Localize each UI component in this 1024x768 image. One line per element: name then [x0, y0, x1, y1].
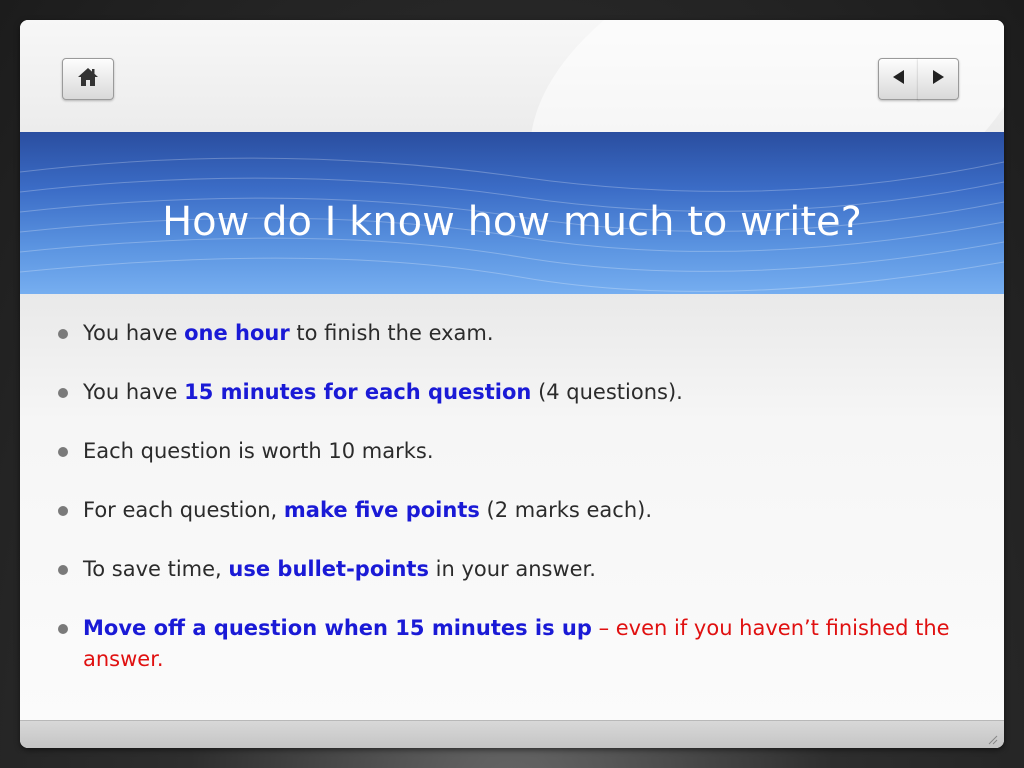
bullet-emphasis: make five points [283, 498, 480, 522]
previous-slide-button[interactable] [878, 58, 919, 100]
bullet-item: Move off a question when 15 minutes is u… [58, 613, 958, 675]
bullet-text: Each question is worth 10 marks. [83, 439, 434, 463]
next-slide-button[interactable] [918, 58, 959, 100]
bullet-text: For each question, [83, 498, 284, 522]
slide-title: How do I know how much to write? [162, 199, 862, 245]
bullet-emphasis: one hour [184, 321, 290, 345]
bullet-emphasis: Move off a question when 15 minutes is u… [83, 616, 592, 640]
bullet-item: Each question is worth 10 marks. [58, 436, 958, 467]
title-band: How do I know how much to write? [20, 132, 1004, 294]
bullet-item: To save time, use bullet-points in your … [58, 554, 958, 585]
home-icon [76, 66, 100, 93]
resize-grip-icon[interactable] [986, 733, 998, 745]
bullet-text: (2 marks each). [479, 498, 653, 522]
slide-content: You have one hour to finish the exam. Yo… [20, 294, 1004, 720]
bullet-item: You have one hour to finish the exam. [58, 318, 958, 349]
bullet-item: You have 15 minutes for each question (4… [58, 377, 958, 408]
bullet-dot-icon [58, 506, 68, 516]
right-triangle-icon [929, 68, 947, 91]
bullet-emphasis: 15 minutes for each question [184, 380, 532, 404]
bullet-list: You have one hour to finish the exam. Yo… [58, 318, 958, 703]
bullet-text: (4 questions). [531, 380, 683, 404]
bullet-dot-icon [58, 624, 68, 634]
bullet-dot-icon [58, 388, 68, 398]
bullet-emphasis: use bullet-points [228, 557, 429, 581]
bullet-text: to finish the exam. [289, 321, 494, 345]
bullet-text: in your answer. [428, 557, 596, 581]
bullet-text: You have [83, 380, 185, 404]
bottom-bar [20, 720, 1004, 748]
top-toolbar [20, 20, 1004, 132]
bullet-text: You have [83, 321, 185, 345]
slide: How do I know how much to write? You hav… [20, 20, 1004, 748]
bullet-dot-icon [58, 447, 68, 457]
bullet-dot-icon [58, 565, 68, 575]
home-button[interactable] [62, 58, 114, 100]
left-triangle-icon [890, 68, 908, 91]
bullet-item: For each question, make five points (2 m… [58, 495, 958, 526]
bullet-dot-icon [58, 329, 68, 339]
bullet-text: To save time, [83, 557, 229, 581]
